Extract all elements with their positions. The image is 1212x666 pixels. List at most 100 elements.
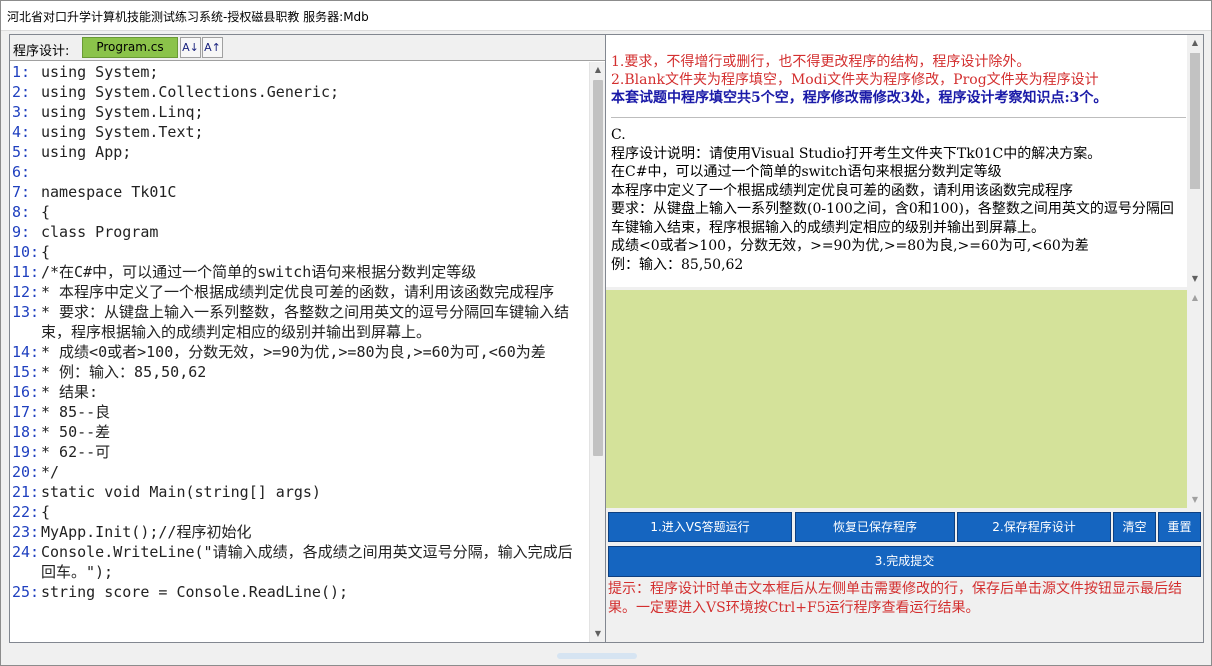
line-text: using System.Linq;	[41, 103, 204, 121]
scroll-thumb[interactable]	[593, 80, 603, 456]
line-number: 12:	[12, 283, 40, 301]
code-scrollbar[interactable]: ▲ ▼	[589, 62, 605, 642]
line-text: /*在C#中，可以通过一个简单的switch语句来根据分数判定等级	[41, 263, 477, 281]
line-number: 23:	[12, 523, 40, 541]
restore-saved-button[interactable]: 恢复已保存程序	[795, 512, 955, 542]
code-line[interactable]: 6:	[10, 162, 589, 182]
scroll-down-icon[interactable]: ▼	[590, 626, 606, 642]
code-line[interactable]: 22:{	[10, 502, 589, 522]
app-window: 河北省对口升学计算机技能测试练习系统-授权磁县职教 服务器:Mdb 程序设计: …	[0, 0, 1212, 666]
code-line[interactable]: 4: using System.Text;	[10, 122, 589, 142]
scroll-up-icon[interactable]: ▲	[590, 62, 606, 78]
line-number: 8:	[12, 203, 31, 221]
line-text: * 结果:	[41, 383, 99, 401]
line-number: 9:	[12, 223, 31, 241]
file-tab-program-cs[interactable]: Program.cs	[82, 37, 178, 58]
line-text: * 85--良	[41, 403, 111, 421]
hint-text: 提示：程序设计时单击文本框后从左侧单击需要修改的行，保存后单击源文件按钮显示最后…	[608, 581, 1182, 616]
requirement-2: 2.Blank文件夹为程序填空，Modi文件夹为程序修改，Prog文件夹为程序设…	[611, 72, 1099, 88]
code-line[interactable]: 12: * 本程序中定义了一个根据成绩判定优良可差的函数，请利用该函数完成程序	[10, 282, 589, 302]
line-text	[41, 162, 586, 182]
status-bar	[1, 651, 1211, 665]
resize-grip[interactable]	[557, 653, 637, 659]
code-line[interactable]: 7: namespace Tk01C	[10, 182, 589, 202]
section-label: 程序设计:	[13, 44, 70, 59]
save-design-button[interactable]: 2.保存程序设计	[957, 512, 1111, 542]
code-line[interactable]: 1: using System;	[10, 62, 589, 82]
line-number: 5:	[12, 143, 31, 161]
code-line[interactable]: 25: string score = Console.ReadLine();	[10, 582, 589, 602]
line-number: 11:	[12, 263, 40, 281]
line-number: 7:	[12, 183, 31, 201]
task-panel: 1.要求，不得增行或删行，也不得更改程序的结构，程序设计除外。 2.Blank文…	[605, 34, 1204, 643]
code-line[interactable]: 3: using System.Linq;	[10, 102, 589, 122]
enter-vs-button[interactable]: 1.进入VS答题运行	[608, 512, 792, 542]
line-number: 15:	[12, 363, 40, 381]
code-line[interactable]: 10:{	[10, 242, 589, 262]
code-view[interactable]: 1: using System; 2: using System.Collection…	[10, 62, 589, 642]
line-text: MyApp.Init();//程序初始化	[41, 523, 252, 541]
instructions-scrollbar[interactable]: ▲ ▼	[1187, 35, 1203, 287]
description-line: 例：输入：85,50,62	[611, 256, 744, 273]
code-line[interactable]: 15: * 例：输入：85,50,62	[10, 362, 589, 382]
code-line[interactable]: 21: static void Main(string[] args)	[10, 482, 589, 502]
line-number: 21:	[12, 483, 40, 501]
code-line[interactable]: 11:/*在C#中，可以通过一个简单的switch语句来根据分数判定等级	[10, 262, 589, 282]
scroll-up-icon[interactable]: ▲	[1187, 35, 1203, 51]
code-line[interactable]: 20: */	[10, 462, 589, 482]
description-line: 要求：从键盘上输入一系列整数(0-100之间，含0和100)，各整数之间用英文的…	[611, 201, 1174, 236]
code-line[interactable]: 18: * 50--差	[10, 422, 589, 442]
description-line: 成绩<0或者>100，分数无效，>=90为优,>=80为良,>=60为可,<60…	[611, 238, 1089, 254]
code-line[interactable]: 2: using System.Collections.Generic;	[10, 82, 589, 102]
answer-editor[interactable]	[606, 290, 1187, 508]
code-line[interactable]: 5: using App;	[10, 142, 589, 162]
description-line: 在C#中，可以通过一个简单的switch语句来根据分数判定等级	[611, 164, 1002, 180]
code-line[interactable]: 8: {	[10, 202, 589, 222]
code-line[interactable]: 16: * 结果:	[10, 382, 589, 402]
code-line[interactable]: 9: class Program	[10, 222, 589, 242]
line-number: 18:	[12, 423, 40, 441]
code-line[interactable]: 13: * 要求：从键盘上输入一系列整数，各整数之间用英文的逗号分隔回车键输入结束…	[10, 302, 589, 342]
line-text: * 50--差	[41, 423, 111, 441]
description-line: 程序设计说明：请使用Visual Studio打开考生文件夹下Tk01C中的解决…	[611, 145, 1102, 162]
scroll-thumb[interactable]	[1190, 53, 1200, 189]
line-text: {	[41, 203, 51, 221]
sort-ascending-button[interactable]: A↓	[180, 37, 201, 58]
submit-button[interactable]: 3.完成提交	[608, 546, 1201, 577]
code-line[interactable]: 24: Console.WriteLine("请输入成绩，各成绩之间用英文逗号分隔…	[10, 542, 589, 582]
line-text: * 要求：从键盘上输入一系列整数，各整数之间用英文的逗号分隔回车键输入结束，程序…	[41, 303, 570, 341]
code-line[interactable]: 17: * 85--良	[10, 402, 589, 422]
scroll-down-icon[interactable]: ▼	[1187, 492, 1203, 508]
reset-button[interactable]: 重置	[1158, 512, 1201, 542]
line-number: 20:	[12, 463, 40, 481]
line-text: using System;	[41, 63, 159, 81]
line-text: class Program	[41, 223, 159, 241]
line-text: Console.WriteLine("请输入成绩，各成绩之间用英文逗号分隔，输入…	[41, 543, 573, 581]
line-number: 24:	[12, 543, 40, 561]
sort-descending-button[interactable]: A↑	[202, 37, 223, 58]
line-number: 16:	[12, 383, 40, 401]
code-line[interactable]: 14: * 成绩<0或者>100，分数无效，>=90为优,>=80为良,>=60为…	[10, 342, 589, 362]
line-text: using App;	[41, 143, 132, 161]
requirement-1: 1.要求，不得增行或删行，也不得更改程序的结构，程序设计除外。	[611, 54, 1031, 70]
scroll-down-icon[interactable]: ▼	[1187, 271, 1203, 287]
exam-summary: 本套试题中程序填空共5个空，程序修改需修改3处，程序设计考察知识点:3个。	[611, 90, 1108, 106]
answer-editor-scrollbar[interactable]: ▲ ▼	[1187, 290, 1203, 508]
line-text: {	[41, 503, 51, 521]
line-text: * 本程序中定义了一个根据成绩判定优良可差的函数，请利用该函数完成程序	[41, 283, 555, 301]
code-line[interactable]: 19: * 62--可	[10, 442, 589, 462]
instructions-box[interactable]: 1.要求，不得增行或删行，也不得更改程序的结构，程序设计除外。 2.Blank文…	[606, 35, 1203, 287]
line-number: 13:	[12, 303, 40, 321]
scroll-up-icon[interactable]: ▲	[1187, 290, 1203, 306]
line-text: using System.Collections.Generic;	[41, 83, 340, 101]
line-number: 22:	[12, 503, 40, 521]
code-line[interactable]: 23: MyApp.Init();//程序初始化	[10, 522, 589, 542]
line-text: using System.Text;	[41, 123, 204, 141]
section-heading: C.	[611, 127, 626, 143]
task-description: 程序设计说明：请使用Visual Studio打开考生文件夹下Tk01C中的解决…	[611, 145, 1186, 275]
title-bar[interactable]: 河北省对口升学计算机技能测试练习系统-授权磁县职教 服务器:Mdb	[1, 1, 1211, 31]
clear-button[interactable]: 清空	[1113, 512, 1156, 542]
line-text: */	[41, 463, 60, 481]
line-number: 1:	[12, 63, 31, 81]
code-panel: 程序设计: Program.cs A↓ A↑ 1: using System; 2:…	[9, 34, 606, 643]
